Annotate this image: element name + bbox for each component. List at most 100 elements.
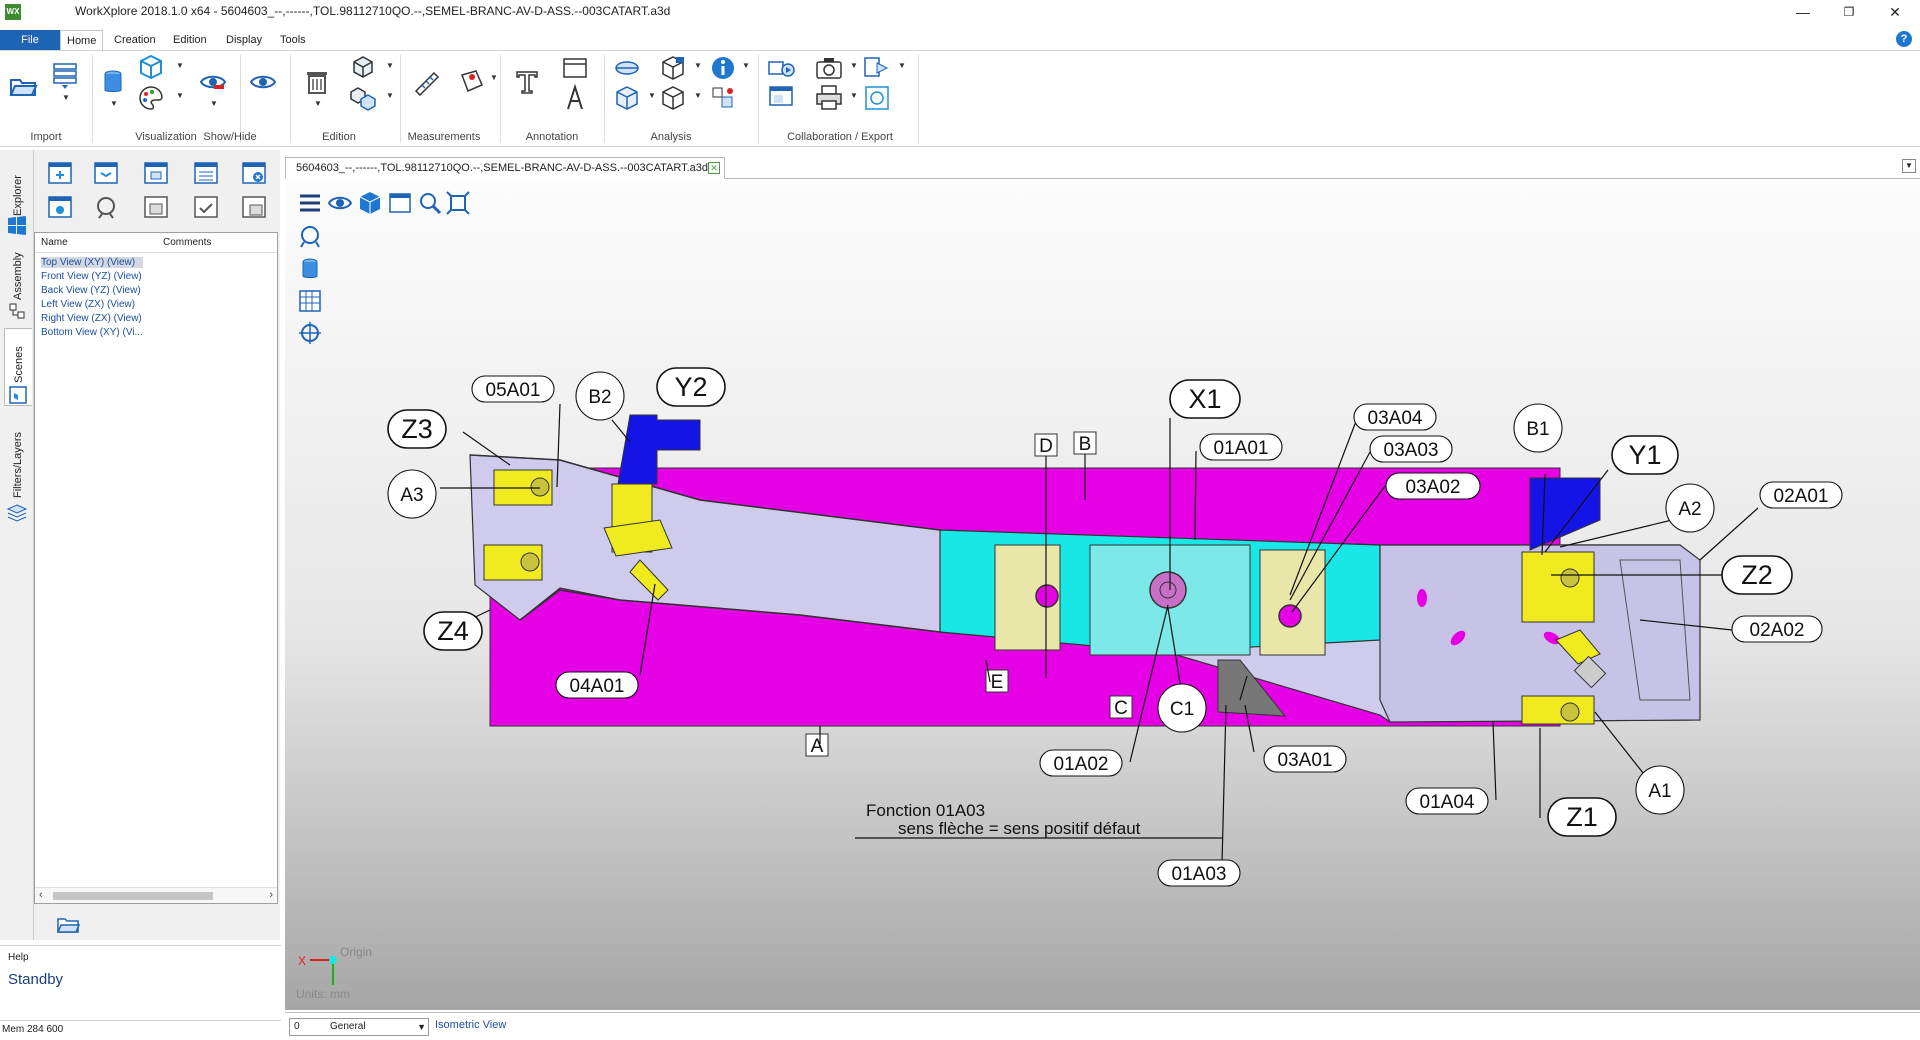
chevron-down-icon[interactable]: ▼	[176, 61, 184, 70]
chevron-down-icon[interactable]: ▼	[490, 73, 498, 82]
caliper-icon[interactable]	[412, 67, 442, 97]
box-icon[interactable]	[658, 53, 688, 83]
file-menu[interactable]: File	[0, 30, 60, 50]
scene-copy-icon[interactable]	[142, 194, 170, 222]
axis-triad: X Origin Units: mm	[296, 945, 372, 1001]
scene-check-icon[interactable]	[192, 194, 220, 222]
3d-viewport[interactable]: Z3 Z4 Y2 X1 Y1 Z2 Z1 05A01 B2 A3 04A01 D…	[285, 180, 1920, 1010]
list-item[interactable]: Front View (YZ) (View)	[41, 271, 142, 282]
column-header-name[interactable]: Name	[41, 237, 68, 248]
measure-point-icon[interactable]	[456, 67, 486, 97]
label-01a04: 01A04	[1420, 792, 1475, 813]
list-item[interactable]: Bottom View (XY) (Vi...	[41, 327, 143, 338]
document-tab[interactable]: 5604603_--,------,TOL.98112710QO.--,SEME…	[285, 157, 725, 179]
info-icon[interactable]	[708, 53, 738, 83]
cube-wire-icon[interactable]	[136, 53, 166, 83]
tab-edition[interactable]: Edition	[167, 30, 213, 50]
open-folder-icon[interactable]	[8, 71, 38, 101]
memory-status: Mem 284 600	[0, 1020, 281, 1040]
tab-explorer[interactable]: Explorer	[4, 158, 32, 238]
scene-edit-icon[interactable]	[142, 160, 170, 188]
scrollbar-thumb[interactable]	[53, 892, 213, 900]
chevron-down-icon[interactable]: ▼	[742, 61, 750, 70]
tab-scenes[interactable]: Scenes	[4, 328, 32, 406]
layers-icon	[6, 502, 28, 524]
export-web-icon[interactable]	[862, 83, 892, 113]
close-tab-icon[interactable]: ✕	[708, 162, 720, 174]
open-scene-folder-icon[interactable]	[56, 912, 81, 936]
minimize-button[interactable]: —	[1780, 0, 1826, 24]
chevron-down-icon[interactable]: ▼	[314, 99, 322, 108]
cubes-icon[interactable]	[708, 83, 738, 113]
scroll-left-icon[interactable]: ‹	[39, 889, 43, 901]
chevron-down-icon[interactable]: ▼	[850, 91, 858, 100]
column-header-comments[interactable]: Comments	[163, 237, 211, 248]
chevron-down-icon[interactable]: ▼	[648, 91, 656, 100]
frame-icon[interactable]	[560, 53, 590, 83]
scene-rotate-icon[interactable]	[92, 194, 120, 222]
text-icon[interactable]	[512, 67, 542, 97]
parts-icon[interactable]	[348, 83, 378, 113]
chevron-down-icon[interactable]: ▼	[694, 61, 702, 70]
chevron-down-icon[interactable]: ▼	[898, 61, 906, 70]
palette-icon[interactable]	[136, 83, 166, 113]
chevron-down-icon[interactable]: ▼	[386, 61, 394, 70]
horizontal-scrollbar[interactable]: ‹ ›	[35, 887, 277, 903]
eye-show-icon[interactable]	[248, 67, 278, 97]
import-list-icon[interactable]	[50, 61, 80, 91]
label-a: A	[811, 736, 824, 757]
scroll-right-icon[interactable]: ›	[269, 889, 273, 901]
eye-hide-icon[interactable]	[198, 67, 228, 97]
chevron-down-icon[interactable]: ▼	[694, 91, 702, 100]
list-item[interactable]: Back View (YZ) (View)	[41, 285, 141, 296]
export-icon[interactable]	[862, 53, 892, 83]
list-item[interactable]: Left View (ZX) (View)	[41, 299, 135, 310]
chevron-down-icon[interactable]: ▼	[210, 99, 218, 108]
cylinder-icon[interactable]	[98, 67, 128, 97]
print-icon[interactable]	[814, 83, 844, 113]
layer-select[interactable]: 0 General ▼	[289, 1018, 429, 1036]
scene-update-icon[interactable]	[92, 160, 120, 188]
chevron-down-icon[interactable]: ▼	[417, 1019, 426, 1035]
chevron-down-icon[interactable]: ▼	[110, 99, 118, 108]
chevron-down-icon[interactable]: ▼	[386, 91, 394, 100]
scene-list-icon[interactable]	[192, 160, 220, 188]
scene-apply-icon[interactable]	[46, 194, 74, 222]
chevron-down-icon[interactable]: ▼	[62, 93, 70, 102]
close-button[interactable]: ✕	[1872, 0, 1918, 24]
camera-icon[interactable]	[814, 53, 844, 83]
tab-creation[interactable]: Creation	[108, 30, 162, 50]
tab-assembly[interactable]: Assembly	[4, 248, 32, 320]
label-z2: Z2	[1741, 560, 1773, 590]
ribbon-group-label: Measurements	[407, 131, 481, 143]
label-03a04: 03A04	[1368, 408, 1423, 429]
ribbon-group-label: Import	[30, 131, 62, 143]
trash-icon[interactable]	[302, 67, 332, 97]
scene-new-icon[interactable]	[46, 160, 74, 188]
section-icon[interactable]	[612, 53, 642, 83]
list-item[interactable]: Top View (XY) (View)	[41, 257, 144, 268]
note-line-2: sens flèche = sens positif défaut	[898, 819, 1141, 838]
help-icon[interactable]: ?	[1896, 31, 1912, 47]
scene-remove-icon[interactable]	[240, 194, 268, 222]
maximize-button[interactable]: ❐	[1826, 0, 1872, 24]
tab-display[interactable]: Display	[220, 30, 268, 50]
screen-icon[interactable]	[766, 83, 796, 113]
part-icon[interactable]	[348, 53, 378, 83]
tab-tools[interactable]: Tools	[274, 30, 312, 50]
share-3d-icon[interactable]	[766, 53, 796, 83]
tab-list-icon[interactable]: ▼	[1902, 159, 1916, 173]
chevron-down-icon[interactable]: ▼	[850, 61, 858, 70]
text-3d-icon[interactable]	[560, 83, 590, 113]
list-item[interactable]: Right View (ZX) (View)	[41, 313, 142, 324]
tab-filters-layers[interactable]: Filters/Layers	[4, 412, 32, 524]
box-analysis-icon[interactable]	[658, 83, 688, 113]
tab-scenes-label: Scenes	[13, 346, 25, 383]
label-a1: A1	[1648, 781, 1671, 802]
box-section-icon[interactable]	[612, 83, 642, 113]
scene-delete-icon[interactable]	[240, 160, 268, 188]
tab-home[interactable]: Home	[60, 30, 104, 50]
axis-origin-label: Origin	[340, 945, 372, 959]
chevron-down-icon[interactable]: ▼	[176, 91, 184, 100]
axis-x-label: X	[298, 954, 306, 968]
